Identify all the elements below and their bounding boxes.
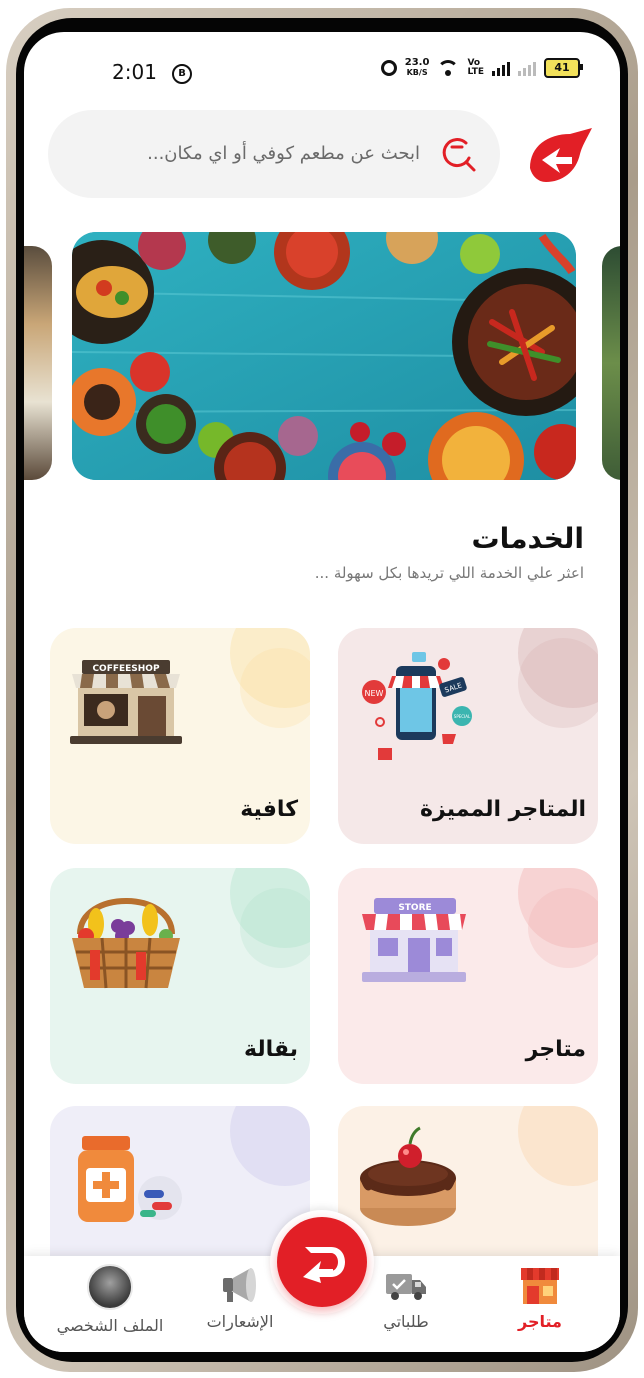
nav-label-notifications: الإشعارات [206,1312,274,1331]
volte-icon: Vo LTE [467,58,484,77]
grocery-basket-icon [72,898,180,989]
banner-food-image [72,232,576,480]
card-label-featured-stores: المتاجر المميزة [420,797,586,822]
store-icon: STORE [362,898,466,982]
nav-item-profile[interactable]: الملف الشخصي [50,1264,170,1335]
cake-icon [360,1126,456,1226]
delivery-truck-icon [386,1274,426,1300]
store-awning-icon [521,1268,559,1304]
status-time: 2:01 [112,60,157,84]
services-subtitle: اعثر علي الخدمة اللي تريدها بكل سهولة ..… [314,564,584,582]
b-badge-icon: B [172,64,192,84]
nav-item-notifications[interactable]: الإشعارات [180,1264,300,1331]
nav-label-orders: طلباتي [383,1312,429,1331]
banner-prev-slide[interactable] [24,246,52,480]
card-label-cafe: كافية [240,797,298,822]
app-screen: 2:01 B 23.0 KB/S Vo LTE 41 ابحث عن مطعم … [24,32,620,1352]
nav-item-stores[interactable]: متاجر [480,1264,600,1331]
search-bar[interactable]: ابحث عن مطعم كوفي أو اي مكان... [48,110,500,198]
alarm-icon [380,60,397,76]
brand-logo[interactable] [526,126,594,184]
battery-icon: 41 [544,58,583,78]
megaphone-icon [223,1268,256,1302]
service-card-stores[interactable]: STORE متاجر [338,868,598,1084]
nav-label-stores: متاجر [518,1312,562,1331]
service-card-grocery[interactable]: بقالة [50,868,310,1084]
store-sign: STORE [398,903,431,913]
search-icon[interactable] [438,134,478,174]
bottom-nav: الملف الشخصي الإشعارات طلباتي متاجر [24,1210,620,1352]
network-speed: 23.0 KB/S [404,57,430,78]
signal-icon [492,60,510,76]
service-card-featured-stores[interactable]: NEW SALE SPECIAL المتاجر المميزة [338,628,598,844]
wifi-icon [437,60,460,76]
signal-2-icon [518,60,536,76]
card-label-grocery: بقالة [244,1037,298,1062]
service-card-cafe[interactable]: COFFEESHOP كافية [50,628,310,844]
pharmacy-icon [78,1136,182,1222]
phone-shop-icon: NEW SALE SPECIAL [362,652,472,760]
coffeeshop-sign: COFFEESHOP [92,664,160,674]
profile-avatar [87,1264,133,1310]
new-tag: NEW [365,689,384,698]
nav-label-profile: الملف الشخصي [56,1316,164,1335]
services-title: الخدمات [471,522,584,555]
status-bar: 2:01 B 23.0 KB/S Vo LTE 41 [24,32,620,112]
search-input[interactable]: ابحث عن مطعم كوفي أو اي مكان... [147,110,420,198]
special-tag: SPECIAL [454,714,471,719]
card-label-stores: متاجر [525,1037,586,1062]
banner-next-slide[interactable] [602,246,620,480]
nav-item-orders[interactable]: طلباتي [346,1264,466,1331]
coffeeshop-icon: COFFEESHOP [70,660,182,744]
food-banner[interactable] [72,232,576,480]
